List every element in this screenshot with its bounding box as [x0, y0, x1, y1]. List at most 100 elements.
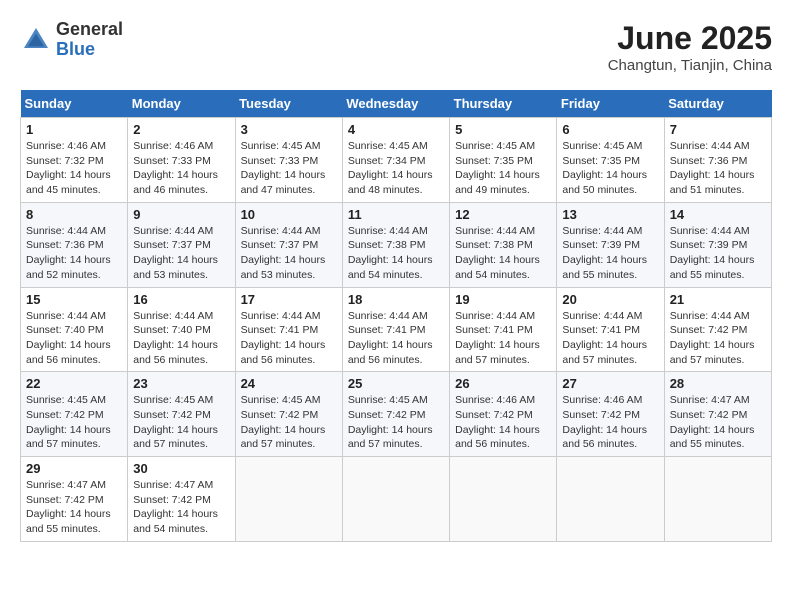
- sunset-label: Sunset: 7:42 PM: [670, 324, 748, 336]
- sunset-label: Sunset: 7:36 PM: [670, 155, 748, 167]
- daylight-label: Daylight: 14 hours and 55 minutes.: [670, 424, 755, 451]
- day-info: Sunrise: 4:44 AM Sunset: 7:41 PM Dayligh…: [562, 309, 658, 368]
- calendar-day-cell: 6 Sunrise: 4:45 AM Sunset: 7:35 PM Dayli…: [557, 118, 664, 203]
- day-number: 1: [26, 122, 122, 137]
- weekday-header: Tuesday: [235, 90, 342, 118]
- calendar-day-cell: 5 Sunrise: 4:45 AM Sunset: 7:35 PM Dayli…: [450, 118, 557, 203]
- daylight-label: Daylight: 14 hours and 57 minutes.: [562, 339, 647, 366]
- day-info: Sunrise: 4:46 AM Sunset: 7:32 PM Dayligh…: [26, 139, 122, 198]
- daylight-label: Daylight: 14 hours and 56 minutes.: [241, 339, 326, 366]
- calendar-week-row: 15 Sunrise: 4:44 AM Sunset: 7:40 PM Dayl…: [21, 287, 772, 372]
- sunrise-label: Sunrise: 4:44 AM: [670, 140, 750, 152]
- day-number: 15: [26, 292, 122, 307]
- sunset-label: Sunset: 7:34 PM: [348, 155, 426, 167]
- day-info: Sunrise: 4:44 AM Sunset: 7:41 PM Dayligh…: [455, 309, 551, 368]
- sunrise-label: Sunrise: 4:45 AM: [562, 140, 642, 152]
- day-number: 17: [241, 292, 337, 307]
- calendar-day-cell: 25 Sunrise: 4:45 AM Sunset: 7:42 PM Dayl…: [342, 372, 449, 457]
- calendar-day-cell: [342, 457, 449, 542]
- day-number: 25: [348, 376, 444, 391]
- day-number: 10: [241, 207, 337, 222]
- sunset-label: Sunset: 7:42 PM: [241, 409, 319, 421]
- calendar-day-cell: 2 Sunrise: 4:46 AM Sunset: 7:33 PM Dayli…: [128, 118, 235, 203]
- calendar-day-cell: 12 Sunrise: 4:44 AM Sunset: 7:38 PM Dayl…: [450, 202, 557, 287]
- daylight-label: Daylight: 14 hours and 57 minutes.: [348, 424, 433, 451]
- sunrise-label: Sunrise: 4:44 AM: [670, 310, 750, 322]
- calendar-day-cell: 10 Sunrise: 4:44 AM Sunset: 7:37 PM Dayl…: [235, 202, 342, 287]
- day-number: 11: [348, 207, 444, 222]
- sunrise-label: Sunrise: 4:44 AM: [562, 225, 642, 237]
- sunrise-label: Sunrise: 4:44 AM: [241, 310, 321, 322]
- sunrise-label: Sunrise: 4:44 AM: [348, 310, 428, 322]
- day-info: Sunrise: 4:45 AM Sunset: 7:42 PM Dayligh…: [26, 393, 122, 452]
- sunset-label: Sunset: 7:35 PM: [455, 155, 533, 167]
- day-number: 12: [455, 207, 551, 222]
- day-info: Sunrise: 4:44 AM Sunset: 7:41 PM Dayligh…: [241, 309, 337, 368]
- day-number: 4: [348, 122, 444, 137]
- calendar-day-cell: 27 Sunrise: 4:46 AM Sunset: 7:42 PM Dayl…: [557, 372, 664, 457]
- location: Changtun, Tianjin, China: [608, 57, 772, 74]
- day-info: Sunrise: 4:46 AM Sunset: 7:33 PM Dayligh…: [133, 139, 229, 198]
- day-info: Sunrise: 4:44 AM Sunset: 7:37 PM Dayligh…: [241, 224, 337, 283]
- sunrise-label: Sunrise: 4:45 AM: [241, 394, 321, 406]
- day-number: 6: [562, 122, 658, 137]
- day-info: Sunrise: 4:44 AM Sunset: 7:40 PM Dayligh…: [26, 309, 122, 368]
- calendar-day-cell: 17 Sunrise: 4:44 AM Sunset: 7:41 PM Dayl…: [235, 287, 342, 372]
- sunset-label: Sunset: 7:32 PM: [26, 155, 104, 167]
- day-info: Sunrise: 4:44 AM Sunset: 7:39 PM Dayligh…: [562, 224, 658, 283]
- logo-general: General: [56, 20, 123, 40]
- calendar-day-cell: 20 Sunrise: 4:44 AM Sunset: 7:41 PM Dayl…: [557, 287, 664, 372]
- logo-icon: [20, 24, 52, 56]
- daylight-label: Daylight: 14 hours and 57 minutes.: [133, 424, 218, 451]
- sunset-label: Sunset: 7:41 PM: [348, 324, 426, 336]
- sunrise-label: Sunrise: 4:47 AM: [133, 479, 213, 491]
- day-number: 14: [670, 207, 766, 222]
- daylight-label: Daylight: 14 hours and 47 minutes.: [241, 169, 326, 196]
- sunset-label: Sunset: 7:40 PM: [133, 324, 211, 336]
- calendar-day-cell: 4 Sunrise: 4:45 AM Sunset: 7:34 PM Dayli…: [342, 118, 449, 203]
- sunset-label: Sunset: 7:41 PM: [455, 324, 533, 336]
- sunset-label: Sunset: 7:41 PM: [241, 324, 319, 336]
- daylight-label: Daylight: 14 hours and 46 minutes.: [133, 169, 218, 196]
- sunset-label: Sunset: 7:36 PM: [26, 239, 104, 251]
- daylight-label: Daylight: 14 hours and 57 minutes.: [670, 339, 755, 366]
- day-number: 8: [26, 207, 122, 222]
- sunset-label: Sunset: 7:33 PM: [241, 155, 319, 167]
- sunrise-label: Sunrise: 4:44 AM: [455, 310, 535, 322]
- daylight-label: Daylight: 14 hours and 55 minutes.: [670, 254, 755, 281]
- calendar-day-cell: [557, 457, 664, 542]
- sunrise-label: Sunrise: 4:46 AM: [455, 394, 535, 406]
- day-info: Sunrise: 4:45 AM Sunset: 7:42 PM Dayligh…: [348, 393, 444, 452]
- sunset-label: Sunset: 7:33 PM: [133, 155, 211, 167]
- calendar-week-row: 29 Sunrise: 4:47 AM Sunset: 7:42 PM Dayl…: [21, 457, 772, 542]
- day-info: Sunrise: 4:44 AM Sunset: 7:38 PM Dayligh…: [348, 224, 444, 283]
- sunrise-label: Sunrise: 4:44 AM: [455, 225, 535, 237]
- day-number: 22: [26, 376, 122, 391]
- sunrise-label: Sunrise: 4:45 AM: [241, 140, 321, 152]
- sunrise-label: Sunrise: 4:44 AM: [26, 310, 106, 322]
- day-number: 18: [348, 292, 444, 307]
- day-info: Sunrise: 4:45 AM Sunset: 7:42 PM Dayligh…: [241, 393, 337, 452]
- daylight-label: Daylight: 14 hours and 57 minutes.: [241, 424, 326, 451]
- calendar-day-cell: 21 Sunrise: 4:44 AM Sunset: 7:42 PM Dayl…: [664, 287, 771, 372]
- day-info: Sunrise: 4:46 AM Sunset: 7:42 PM Dayligh…: [562, 393, 658, 452]
- day-info: Sunrise: 4:47 AM Sunset: 7:42 PM Dayligh…: [133, 478, 229, 537]
- calendar-day-cell: 15 Sunrise: 4:44 AM Sunset: 7:40 PM Dayl…: [21, 287, 128, 372]
- day-number: 24: [241, 376, 337, 391]
- calendar-day-cell: 13 Sunrise: 4:44 AM Sunset: 7:39 PM Dayl…: [557, 202, 664, 287]
- sunset-label: Sunset: 7:42 PM: [133, 494, 211, 506]
- day-number: 5: [455, 122, 551, 137]
- daylight-label: Daylight: 14 hours and 53 minutes.: [241, 254, 326, 281]
- sunset-label: Sunset: 7:42 PM: [26, 409, 104, 421]
- sunset-label: Sunset: 7:42 PM: [455, 409, 533, 421]
- day-info: Sunrise: 4:47 AM Sunset: 7:42 PM Dayligh…: [26, 478, 122, 537]
- calendar-day-cell: 16 Sunrise: 4:44 AM Sunset: 7:40 PM Dayl…: [128, 287, 235, 372]
- daylight-label: Daylight: 14 hours and 56 minutes.: [133, 339, 218, 366]
- daylight-label: Daylight: 14 hours and 50 minutes.: [562, 169, 647, 196]
- calendar-day-cell: 26 Sunrise: 4:46 AM Sunset: 7:42 PM Dayl…: [450, 372, 557, 457]
- sunrise-label: Sunrise: 4:44 AM: [241, 225, 321, 237]
- weekday-header: Monday: [128, 90, 235, 118]
- day-info: Sunrise: 4:44 AM Sunset: 7:36 PM Dayligh…: [670, 139, 766, 198]
- sunset-label: Sunset: 7:42 PM: [133, 409, 211, 421]
- sunrise-label: Sunrise: 4:47 AM: [670, 394, 750, 406]
